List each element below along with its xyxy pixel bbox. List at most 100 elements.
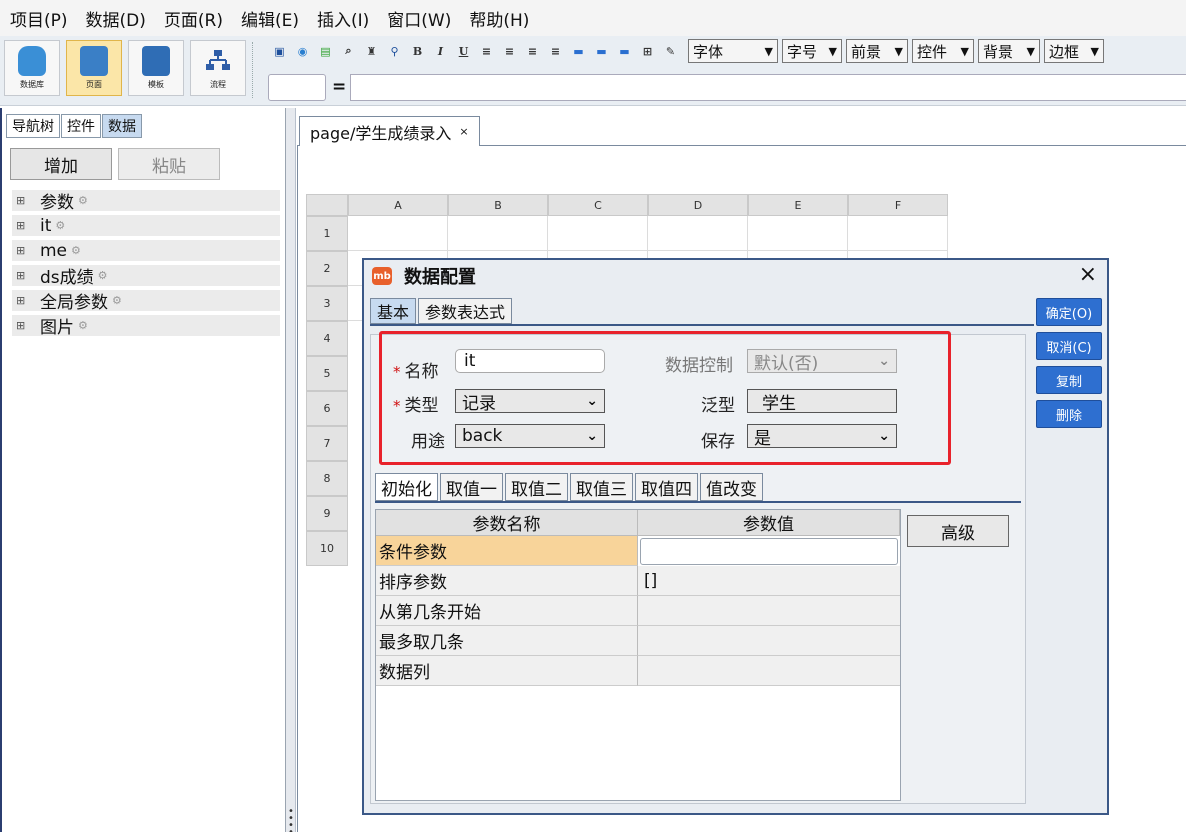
control-combo[interactable]: 控件 ▼ [912, 39, 974, 63]
splitter-grip-icon[interactable]: ••••• [288, 807, 294, 832]
formula-input[interactable] [350, 74, 1186, 101]
copy-button[interactable]: 复制 [1036, 366, 1102, 394]
merge-cells-icon[interactable]: ⊞ [638, 42, 657, 61]
valign-middle-icon[interactable]: ▬ [592, 42, 611, 61]
format-painter-icon[interactable]: ♜ [362, 42, 381, 61]
menu-page[interactable]: 页面(R) [164, 6, 223, 31]
bold-button[interactable]: B [408, 42, 427, 61]
menu-insert[interactable]: 插入(I) [317, 6, 369, 31]
row-header[interactable]: 6 [306, 391, 348, 426]
italic-button[interactable]: I [431, 42, 450, 61]
tab-initialize[interactable]: 初始化 [375, 473, 438, 501]
tree-node-global-params[interactable]: ⊞ 全局参数 ⚙ [12, 290, 280, 313]
tab-param-expression[interactable]: 参数表达式 [418, 298, 513, 324]
row-header[interactable]: 1 [306, 216, 348, 251]
table-row[interactable]: 数据列 [376, 656, 638, 686]
tab-value-change[interactable]: 值改变 [700, 473, 763, 501]
ok-button[interactable]: 确定(O) [1036, 298, 1102, 326]
flow-button[interactable]: 流程 [190, 40, 246, 96]
row-header[interactable]: 8 [306, 461, 348, 496]
tab-data[interactable]: 数据 [102, 114, 142, 138]
param-value-cell[interactable] [638, 626, 900, 656]
align-center-icon[interactable]: ≡ [500, 42, 519, 61]
table-row[interactable]: 最多取几条 [376, 626, 638, 656]
background-combo[interactable]: 背景 ▼ [978, 39, 1040, 63]
close-icon[interactable]: × [459, 125, 468, 138]
column-header[interactable]: E [748, 194, 848, 216]
tab-basic[interactable]: 基本 [370, 298, 417, 324]
close-icon[interactable]: × [1079, 262, 1097, 287]
border-combo[interactable]: 边框 ▼ [1044, 39, 1104, 63]
grid-cell[interactable] [348, 216, 448, 251]
paste-button[interactable]: 粘贴 [118, 148, 220, 180]
tree-node-ds-scores[interactable]: ⊞ ds成绩 ⚙ [12, 265, 280, 288]
menu-project[interactable]: 项目(P) [10, 6, 68, 31]
clear-format-icon[interactable]: ✎ [661, 42, 680, 61]
export-icon[interactable]: ▤ [316, 42, 335, 61]
table-row[interactable]: 排序参数 [376, 566, 638, 596]
expand-icon[interactable]: ⊞ [16, 244, 28, 257]
name-field[interactable]: it [455, 349, 605, 373]
column-header[interactable]: B [448, 194, 548, 216]
cell-reference-input[interactable] [268, 74, 326, 101]
tab-controls[interactable]: 控件 [61, 114, 101, 138]
cancel-button[interactable]: 取消(C) [1036, 332, 1102, 360]
table-row[interactable]: 条件参数 [376, 536, 638, 566]
column-header[interactable]: C [548, 194, 648, 216]
database-button[interactable]: 数据库 [4, 40, 60, 96]
menu-data[interactable]: 数据(D) [86, 6, 146, 31]
template-button[interactable]: 模板 [128, 40, 184, 96]
grid-cell[interactable] [648, 216, 748, 251]
usage-select[interactable]: back ⌄ [455, 424, 605, 448]
delete-button[interactable]: 删除 [1036, 400, 1102, 428]
page-button[interactable]: 页面 [66, 40, 122, 96]
menu-window[interactable]: 窗口(W) [387, 6, 451, 31]
row-header[interactable]: 3 [306, 286, 348, 321]
row-header[interactable]: 9 [306, 496, 348, 531]
row-header[interactable]: 5 [306, 356, 348, 391]
tree-node-it[interactable]: ⊞ it ⚙ [12, 215, 280, 236]
tab-page-student-score[interactable]: page/学生成绩录入 × [299, 116, 480, 146]
grid-cell[interactable] [548, 216, 648, 251]
param-value-cell[interactable] [638, 596, 900, 626]
row-header[interactable]: 7 [306, 426, 348, 461]
table-row[interactable]: 从第几条开始 [376, 596, 638, 626]
expand-icon[interactable]: ⊞ [16, 319, 28, 332]
underline-button[interactable]: U [454, 42, 473, 61]
tree-node-params[interactable]: ⊞ 参数 ⚙ [12, 190, 280, 213]
tab-value-one[interactable]: 取值一 [440, 473, 503, 501]
find-icon[interactable]: ⚲ [385, 42, 404, 61]
preview-icon[interactable]: ◉ [293, 42, 312, 61]
column-header[interactable]: D [648, 194, 748, 216]
grid-cell[interactable] [448, 216, 548, 251]
grid-cell[interactable] [748, 216, 848, 251]
font-combo[interactable]: 字体 ▼ [688, 39, 778, 63]
expand-icon[interactable]: ⊞ [16, 219, 28, 232]
row-header[interactable]: 2 [306, 251, 348, 286]
save-icon[interactable]: ▣ [270, 42, 289, 61]
align-left-icon[interactable]: ≡ [477, 42, 496, 61]
param-value-cell[interactable]: [] [638, 566, 900, 596]
menu-help[interactable]: 帮助(H) [469, 6, 529, 31]
type-select[interactable]: 记录 ⌄ [455, 389, 605, 414]
expand-icon[interactable]: ⊞ [16, 294, 28, 307]
row-header[interactable]: 4 [306, 321, 348, 356]
font-size-combo[interactable]: 字号 ▼ [782, 39, 842, 63]
advanced-button[interactable]: 高级 [907, 515, 1009, 547]
align-right-icon[interactable]: ≡ [523, 42, 542, 61]
dialog-title-bar[interactable]: mb 数据配置 × [364, 260, 1107, 292]
expand-icon[interactable]: ⊞ [16, 269, 28, 282]
save-select[interactable]: 是 ⌄ [747, 424, 897, 449]
menu-edit[interactable]: 编辑(E) [241, 6, 299, 31]
print-preview-icon[interactable]: ⌕ [339, 42, 358, 61]
row-header[interactable]: 10 [306, 531, 348, 566]
param-value-cell[interactable] [638, 656, 900, 686]
param-value-input[interactable] [640, 538, 898, 565]
tree-node-images[interactable]: ⊞ 图片 ⚙ [12, 315, 280, 338]
tab-value-three[interactable]: 取值三 [570, 473, 633, 501]
grid-cell[interactable] [848, 216, 948, 251]
tab-navigation-tree[interactable]: 导航树 [6, 114, 60, 138]
tab-value-two[interactable]: 取值二 [505, 473, 568, 501]
valign-top-icon[interactable]: ▬ [569, 42, 588, 61]
splitter[interactable]: ••••• [286, 108, 296, 832]
